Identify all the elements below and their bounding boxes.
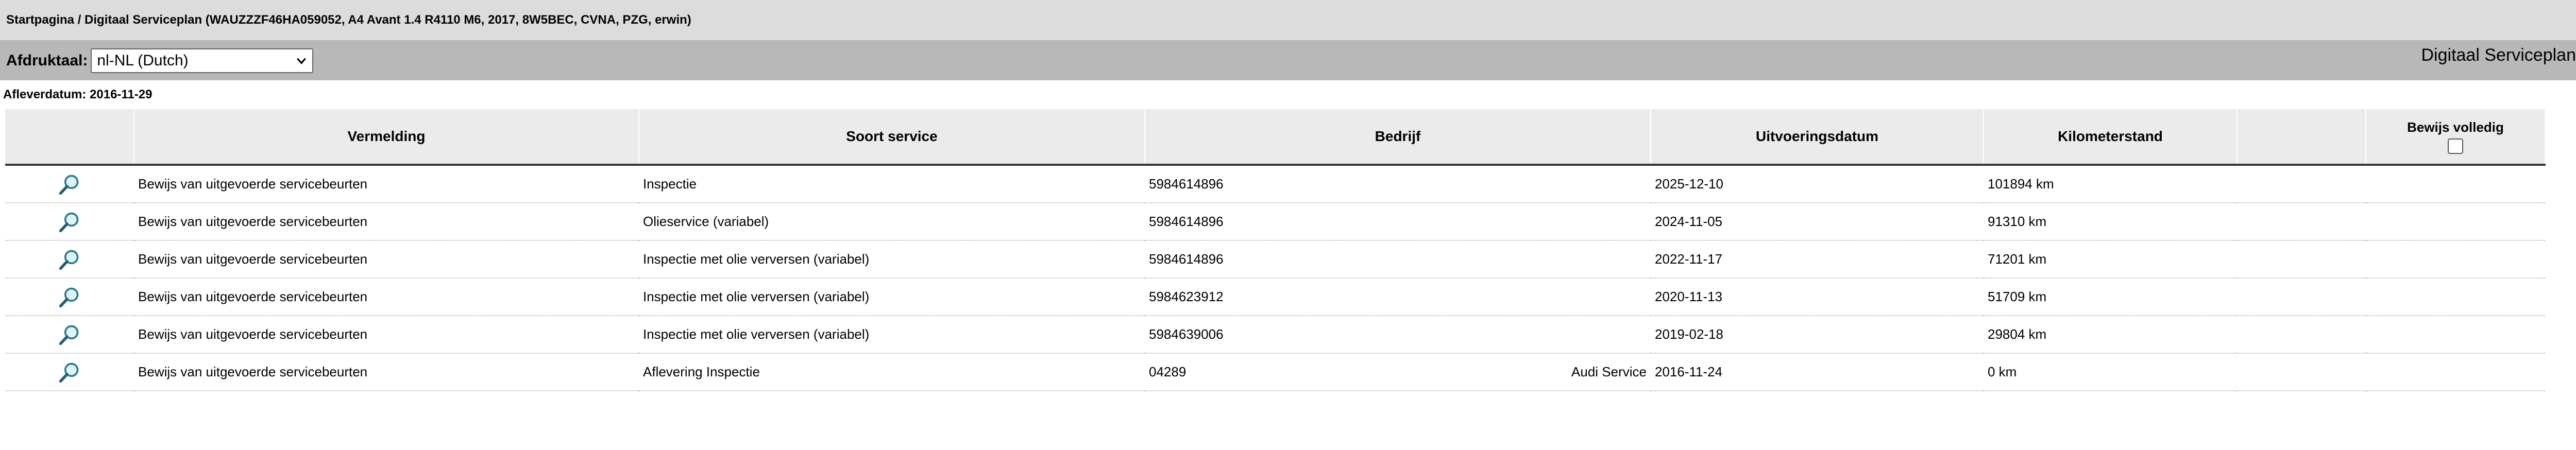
delivery-date: Afleverdatum: 2016-11-29 (3, 88, 152, 101)
row-bewijs (2366, 353, 2545, 391)
row-bedrijf: 5984614896 (1149, 214, 1224, 229)
row-uitvoeringsdatum: 2020-11-13 (1651, 278, 1984, 316)
row-detail-button[interactable] (5, 240, 134, 279)
row-bedrijf-cell: 5984614896 (1145, 203, 1651, 241)
row-uitvoeringsdatum: 2024-11-05 (1651, 203, 1984, 241)
row-bewijs (2366, 165, 2545, 203)
table-row: Bewijs van uitgevoerde servicebeurten Afl… (5, 353, 2545, 391)
row-kilometerstand: 91310 km (1984, 203, 2237, 241)
table-row: Bewijs van uitgevoerde servicebeurten Ins… (5, 240, 2545, 279)
table-header-row: Vermelding Soort service Bedrijf Uitvoer… (5, 109, 2546, 166)
chevron-down-icon (297, 58, 307, 64)
header-uitvoeringsdatum: Uitvoeringsdatum (1651, 109, 1984, 166)
row-bewijs (2366, 203, 2545, 241)
row-kilometerstand: 0 km (1984, 353, 2237, 391)
bewijs-volledig-checkbox[interactable] (2448, 138, 2463, 154)
row-empty (2237, 203, 2366, 241)
row-detail-button[interactable] (5, 165, 134, 203)
print-language-label: Afdruktaal: (6, 52, 88, 69)
header-bedrijf: Bedrijf (1145, 109, 1651, 166)
row-empty (2237, 278, 2366, 316)
row-bedrijf: 5984614896 (1149, 176, 1224, 192)
table-row: Bewijs van uitgevoerde servicebeurten Ins… (5, 165, 2545, 203)
breadcrumb: Startpagina / Digitaal Serviceplan (WAUZ… (6, 13, 691, 27)
header-soort-service: Soort service (639, 109, 1145, 166)
print-language-select[interactable]: nl-NL (Dutch) (91, 48, 314, 73)
row-detail-button[interactable] (5, 316, 134, 354)
header-bewijs-volledig: Bewijs volledig (2366, 109, 2546, 166)
header-icon-col (5, 109, 134, 166)
row-soort-service: Olieservice (variabel) (639, 203, 1145, 241)
magnifier-icon (59, 325, 79, 345)
row-vermelding: Bewijs van uitgevoerde servicebeurten (134, 278, 639, 316)
row-soort-service: Inspectie met olie verversen (variabel) (639, 278, 1145, 316)
row-soort-service: Inspectie met olie verversen (variabel) (639, 316, 1145, 354)
row-detail-button[interactable] (5, 203, 134, 241)
row-bedrijf-cell: 5984614896 (1145, 165, 1651, 203)
row-kilometerstand: 29804 km (1984, 316, 2237, 354)
row-bedrijf-cell: 5984639006 (1145, 316, 1651, 354)
row-bedrijf: 5984623912 (1149, 289, 1224, 304)
print-language-value: nl-NL (Dutch) (97, 52, 189, 69)
row-kilometerstand: 51709 km (1984, 278, 2237, 316)
row-soort-service: Inspectie met olie verversen (variabel) (639, 240, 1145, 279)
row-soort-service: Aflevering Inspectie (639, 353, 1145, 391)
magnifier-icon (59, 175, 79, 195)
row-vermelding: Bewijs van uitgevoerde servicebeurten (134, 203, 639, 241)
table-row: Bewijs van uitgevoerde servicebeurten Ins… (5, 316, 2545, 354)
header-kilometerstand: Kilometerstand (1984, 109, 2238, 166)
magnifier-icon (59, 362, 79, 383)
row-uitvoeringsdatum: 2019-02-18 (1651, 316, 1984, 354)
row-uitvoeringsdatum: 2025-12-10 (1651, 165, 1984, 203)
row-bedrijf-cell: 5984614896 (1145, 240, 1651, 279)
row-bewijs (2366, 278, 2545, 316)
row-uitvoeringsdatum: 2016-11-24 (1651, 353, 1984, 391)
row-vermelding: Bewijs van uitgevoerde servicebeurten (134, 165, 639, 203)
row-bedrijf-cell: 5984623912 (1145, 278, 1651, 316)
row-vermelding: Bewijs van uitgevoerde servicebeurten (134, 316, 639, 354)
row-empty (2237, 240, 2366, 279)
page-title: Digitaal Serviceplan (2421, 45, 2576, 65)
row-kilometerstand: 71201 km (1984, 240, 2237, 279)
row-bewijs (2366, 316, 2545, 354)
magnifier-icon (59, 250, 79, 270)
language-bar: Afdruktaal: nl-NL (Dutch) Digitaal Servi… (0, 41, 2576, 80)
magnifier-icon (59, 287, 79, 307)
row-uitvoeringsdatum: 2022-11-17 (1651, 240, 1984, 279)
row-detail-button[interactable] (5, 353, 134, 391)
row-empty (2237, 353, 2366, 391)
row-vermelding: Bewijs van uitgevoerde servicebeurten (134, 240, 639, 279)
row-vermelding: Bewijs van uitgevoerde servicebeurten (134, 353, 639, 391)
row-bedrijf: 5984639006 (1149, 326, 1224, 342)
row-soort-service: Inspectie (639, 165, 1145, 203)
row-kilometerstand: 101894 km (1984, 165, 2237, 203)
row-bedrijf-naam: Audi Service (1571, 364, 1647, 379)
bewijs-volledig-label: Bewijs volledig (2407, 119, 2504, 135)
table-row: Bewijs van uitgevoerde servicebeurten Oli… (5, 203, 2545, 241)
service-table: Vermelding Soort service Bedrijf Uitvoer… (5, 109, 2546, 391)
row-bedrijf: 04289 (1149, 364, 1187, 379)
header-vermelding: Vermelding (134, 109, 639, 166)
top-bar: Startpagina / Digitaal Serviceplan (WAUZ… (0, 0, 2576, 41)
row-empty (2237, 316, 2366, 354)
row-bedrijf: 5984614896 (1149, 251, 1224, 267)
row-bedrijf-cell: 04289 Audi Service (1145, 353, 1651, 391)
header-empty-col (2237, 109, 2366, 166)
row-empty (2237, 165, 2366, 203)
magnifier-icon (59, 212, 79, 232)
row-detail-button[interactable] (5, 278, 134, 316)
row-bewijs (2366, 240, 2545, 279)
table-row: Bewijs van uitgevoerde servicebeurten Ins… (5, 278, 2545, 316)
